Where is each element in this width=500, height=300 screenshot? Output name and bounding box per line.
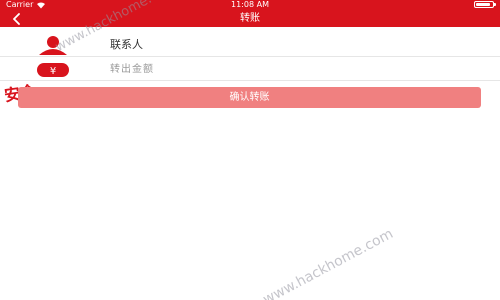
contact-row[interactable]: 联系人 (0, 34, 500, 57)
watermark-bottom: www.hackhome.com (260, 225, 396, 300)
battery-icon (474, 1, 496, 8)
page-title: 转账 (240, 13, 260, 24)
status-right (474, 0, 496, 8)
transfer-page: Carrier 11:08 AM 转账 联系人 ¥ 转出金额 确认转账 www.… (0, 0, 500, 300)
contact-icon (39, 36, 67, 55)
status-time: 11:08 AM (231, 0, 269, 9)
svg-text:¥: ¥ (50, 66, 56, 77)
confirm-transfer-button[interactable]: 确认转账 (18, 87, 481, 108)
currency-icon: ¥ (37, 63, 69, 77)
battery-level-fill (476, 3, 491, 6)
contact-label: 联系人 (110, 38, 143, 51)
nav-bar: 转账 (0, 10, 500, 27)
status-bar: Carrier 11:08 AM (0, 0, 500, 10)
amount-row: ¥ (0, 58, 500, 81)
amount-input[interactable] (108, 60, 482, 78)
